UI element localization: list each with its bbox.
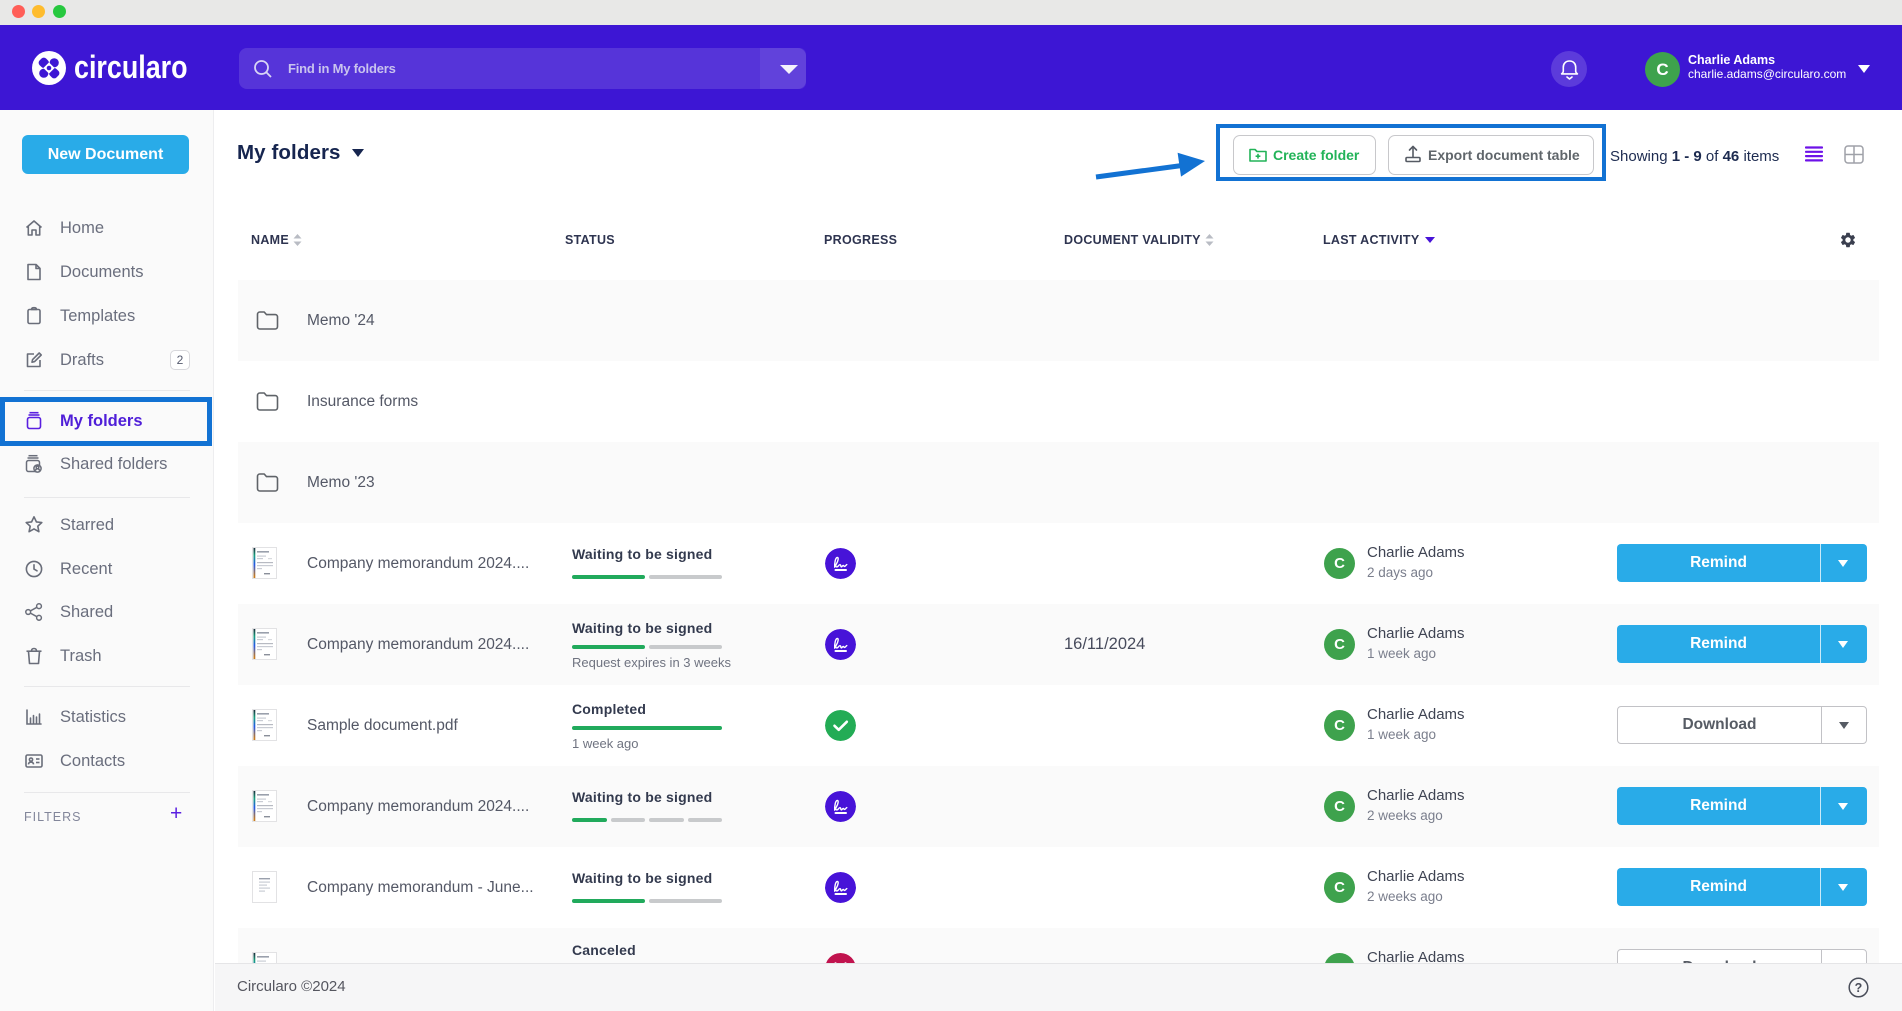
svg-text:?: ? <box>1855 981 1863 995</box>
